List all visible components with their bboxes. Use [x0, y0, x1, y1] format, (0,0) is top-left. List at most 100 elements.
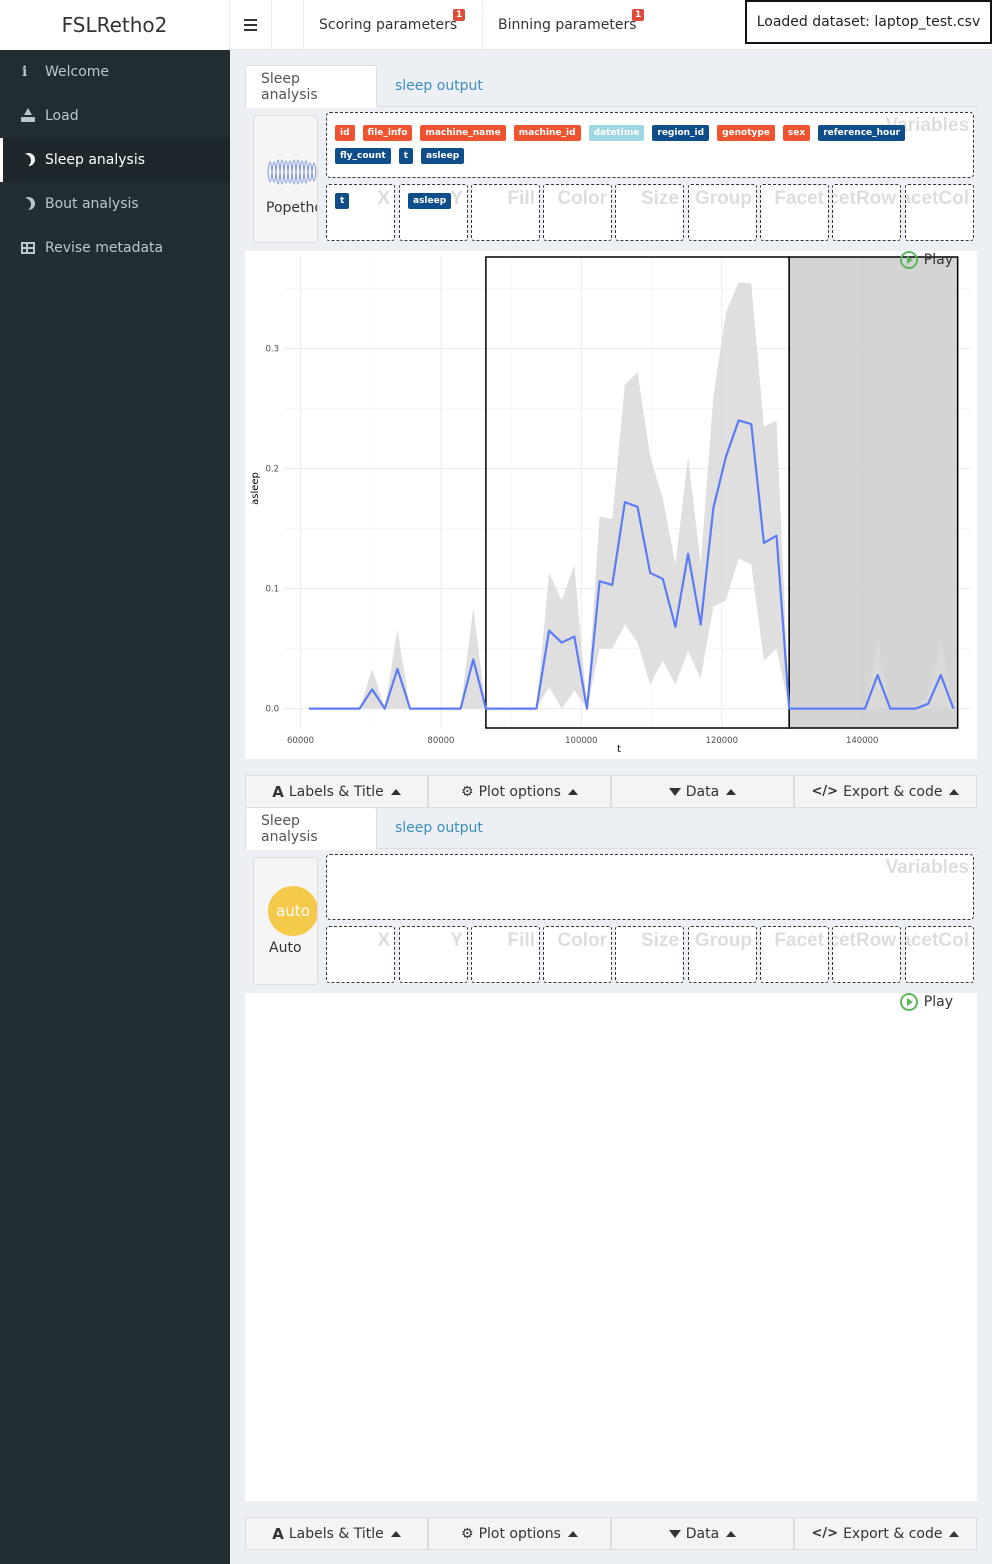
esquisse-panel-1: Sleep analysis sleep output Popetho Vari…	[245, 65, 977, 808]
dropzone-color[interactable]: Color	[543, 926, 612, 983]
dropzone-fill[interactable]: Fill	[471, 184, 540, 241]
variable-pill[interactable]: datetime	[588, 125, 645, 141]
tab-sleep-analysis[interactable]: Sleep analysis	[245, 65, 377, 108]
x-tick-label: 140000	[846, 736, 878, 746]
moon-icon	[18, 198, 31, 211]
assigned-variable-pill[interactable]: asleep	[408, 193, 452, 209]
dropzone-label: X	[377, 930, 390, 951]
geom-selector[interactable]: Popetho	[253, 115, 318, 243]
dropzone-facet[interactable]: Facet	[760, 926, 829, 983]
data-button[interactable]: Data	[611, 775, 794, 808]
caret-up-icon	[726, 788, 737, 795]
dropzone-facetrow[interactable]: FacetRow	[832, 926, 901, 983]
tab-binning-parameters[interactable]: Binning parameters 1	[483, 0, 661, 50]
data-label: Data	[685, 1525, 720, 1542]
plot-options-button[interactable]: ⚙ Plot options	[428, 775, 611, 808]
dropzone-facetrow[interactable]: FacetRow	[832, 184, 901, 241]
code-icon: </>	[811, 1526, 839, 1541]
cogs-icon: ⚙	[461, 783, 474, 800]
assigned-variable-pill[interactable]: t	[335, 193, 350, 209]
info-icon: i	[22, 64, 28, 80]
variable-pill[interactable]: machine_name	[420, 125, 506, 141]
dropzone-y[interactable]: Yasleep	[399, 184, 468, 241]
dropzone-group[interactable]: Group	[688, 184, 757, 241]
sidebar-item-sleep-analysis[interactable]: Sleep analysis	[0, 138, 230, 182]
dropzone-x[interactable]: Xt	[326, 184, 395, 241]
play-label: Play	[923, 252, 953, 268]
variable-pill[interactable]: asleep	[421, 148, 465, 164]
data-button[interactable]: Data	[611, 1517, 794, 1550]
geom-label: Popetho	[266, 200, 318, 216]
caret-up-icon	[726, 1530, 737, 1537]
export-code-button[interactable]: </> Export & code	[794, 1517, 977, 1550]
variable-pill[interactable]: t	[398, 148, 413, 164]
dropzone-size[interactable]: Size	[615, 184, 684, 241]
dropzone-facetcol[interactable]: FacetCol	[905, 926, 974, 983]
binning-parameters-badge: 1	[632, 9, 645, 21]
dropzone-label: Color	[557, 188, 607, 209]
x-tick-label: 60000	[287, 736, 314, 746]
dropzone-label: FacetRow	[833, 188, 896, 209]
filter-icon	[668, 1529, 681, 1538]
variable-pill[interactable]: fly_count	[335, 148, 391, 164]
variables-dropzone[interactable]: Variables	[326, 854, 974, 920]
variable-pill[interactable]: file_info	[362, 125, 413, 141]
tab-sleep-analysis[interactable]: Sleep analysis	[245, 807, 377, 850]
sidebar-item-revise-metadata[interactable]: Revise metadata	[0, 226, 230, 270]
y-tick-label: 0.2	[265, 464, 279, 474]
sidebar-item-welcome[interactable]: i Welcome	[0, 50, 230, 94]
labels-title-label: Labels & Title	[288, 1525, 384, 1542]
x-tick-label: 100000	[565, 736, 597, 746]
sidebar-item-label: Load	[45, 108, 79, 124]
tab-scoring-parameters[interactable]: Scoring parameters 1	[304, 0, 483, 50]
dropzone-x[interactable]: X	[326, 926, 395, 983]
sleep-chart: 60000 80000 100000 120000 140000 0.0 0.1 0.2 0.3…	[250, 256, 971, 755]
dropzone-facetcol[interactable]: FacetCol	[905, 184, 974, 241]
dropzone-fill[interactable]: Fill	[471, 926, 540, 983]
tab-scoring-parameters-label: Scoring parameters	[319, 17, 458, 33]
variables-dropzone[interactable]: Variables id file_info machine_name machine…	[326, 112, 974, 178]
dropzone-label: FacetCol	[906, 188, 969, 209]
play-button[interactable]: Play	[899, 993, 953, 1011]
plot-options-button[interactable]: ⚙ Plot options	[428, 1517, 611, 1550]
export-code-button[interactable]: </> Export & code	[794, 775, 977, 808]
caret-up-icon	[949, 788, 960, 795]
table-icon	[21, 242, 35, 254]
dropzone-label: Fill	[507, 188, 535, 209]
scoring-parameters-badge: 1	[453, 9, 466, 21]
dropzone-y[interactable]: Y	[399, 926, 468, 983]
dropzone-facet[interactable]: Facet	[760, 184, 829, 241]
variable-pill[interactable]: id	[335, 125, 355, 141]
variable-pill[interactable]: region_id	[652, 125, 710, 141]
x-tick-label: 120000	[706, 736, 738, 746]
dropzone-color[interactable]: Color	[543, 184, 612, 241]
variable-pill[interactable]: genotype	[717, 125, 775, 141]
export-code-label: Export & code	[843, 783, 943, 800]
tab-sleep-output[interactable]: sleep output	[380, 807, 498, 849]
plot-area: 60000 80000 100000 120000 140000 0.0 0.1 0.2 0.3…	[245, 251, 977, 759]
sidebar-item-bout-analysis[interactable]: Bout analysis	[0, 182, 230, 226]
caret-up-icon	[390, 788, 401, 795]
caret-up-icon	[949, 1530, 960, 1537]
dropzone-group[interactable]: Group	[688, 926, 757, 983]
dropzone-label: Facet	[774, 930, 824, 951]
hamburger-icon	[244, 24, 257, 26]
sidebar-toggle-button[interactable]	[230, 0, 272, 50]
dropzone-label: Facet	[774, 188, 824, 209]
tab-sleep-output[interactable]: sleep output	[380, 65, 498, 107]
moon-icon	[18, 154, 31, 167]
labels-title-button[interactable]: A Labels & Title	[245, 775, 428, 808]
y-tick-label: 0.3	[265, 344, 279, 354]
play-button[interactable]: Play	[899, 251, 953, 269]
sidebar-item-load[interactable]: Load	[0, 94, 230, 138]
play-label: Play	[923, 994, 953, 1010]
sidebar-item-label: Welcome	[45, 64, 110, 80]
variable-pill[interactable]: reference_hour	[818, 125, 906, 141]
dropzone-size[interactable]: Size	[615, 926, 684, 983]
geom-selector[interactable]: auto Auto	[253, 857, 318, 985]
labels-title-button[interactable]: A Labels & Title	[245, 1517, 428, 1550]
variable-pill[interactable]: sex	[782, 125, 811, 141]
plot-toolbar: A Labels & Title ⚙ Plot options Data </>…	[245, 1517, 977, 1550]
font-icon: A	[272, 782, 284, 801]
variable-pill[interactable]: machine_id	[513, 125, 581, 141]
